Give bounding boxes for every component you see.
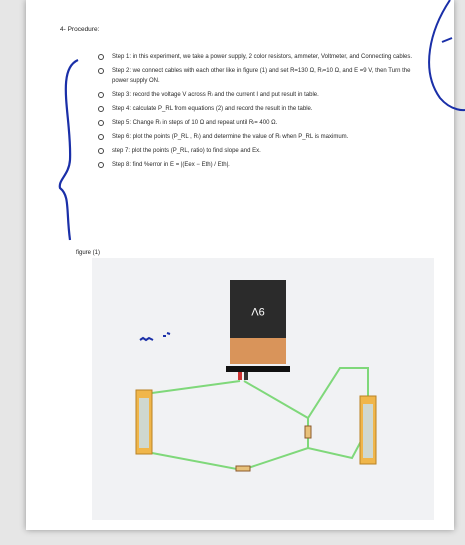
meter-display xyxy=(139,398,149,448)
figure-caption: figure (1) xyxy=(76,250,101,256)
step-text: Step 1: in this experiment, we take a po… xyxy=(112,54,413,60)
step-item: Step 1: in this experiment, we take a po… xyxy=(98,52,416,62)
step-item: Step 8: find %error in E = |(Eex − Eth) … xyxy=(98,160,416,170)
resistor xyxy=(235,465,251,472)
bullet-icon xyxy=(98,92,104,98)
wire xyxy=(151,427,369,472)
bullet-icon xyxy=(98,162,104,168)
battery-label: 9V xyxy=(251,305,265,317)
procedure-heading: 4- Procedure: xyxy=(60,26,100,33)
right-meter xyxy=(359,395,377,465)
step-text: step 7: plot the points (P_RL, ratio) to… xyxy=(112,148,261,154)
step-text: Step 6: plot the points (P_RL , Rₗ) and … xyxy=(112,134,349,140)
circuit-figure: 9V xyxy=(92,258,434,520)
step-item: Step 6: plot the points (P_RL , Rₗ) and … xyxy=(98,132,416,142)
step-item: Step 5: Change Rₗ in steps of 10 Ω and r… xyxy=(98,118,416,128)
resistor-body xyxy=(235,465,251,472)
battery-terminal xyxy=(238,372,242,380)
step-text: Step 3: record the voltage V across Rₗ a… xyxy=(112,92,319,98)
wire xyxy=(243,367,369,420)
document-page: 4- Procedure: Step 1: in this experiment… xyxy=(26,0,454,530)
resistor-body xyxy=(304,425,312,439)
wire xyxy=(151,380,241,394)
step-item: Step 3: record the voltage V across Rₗ a… xyxy=(98,90,416,100)
bullet-icon xyxy=(98,54,104,60)
battery-bottom xyxy=(230,338,286,364)
battery: 9V xyxy=(226,280,290,380)
battery-terminal xyxy=(244,372,248,380)
procedure-steps-list: Step 1: in this experiment, we take a po… xyxy=(98,52,416,174)
bullet-icon xyxy=(98,134,104,140)
step-text: Step 2: we connect cables with each othe… xyxy=(112,68,411,84)
resistor xyxy=(304,425,312,439)
step-item: Step 4: calculate P_RL from equations (2… xyxy=(98,104,416,114)
meter-display xyxy=(363,404,373,458)
step-text: Step 8: find %error in E = |(Eex − Eth) … xyxy=(112,162,230,168)
step-text: Step 5: Change Rₗ in steps of 10 Ω and r… xyxy=(112,120,278,126)
step-item: Step 2: we connect cables with each othe… xyxy=(98,66,416,86)
step-text: Step 4: calculate P_RL from equations (2… xyxy=(112,106,313,112)
bullet-icon xyxy=(98,68,104,74)
left-meter xyxy=(135,389,153,455)
bullet-icon xyxy=(98,148,104,154)
step-item: step 7: plot the points (P_RL, ratio) to… xyxy=(98,146,416,156)
battery-terminal-bar xyxy=(226,366,290,372)
circuit-diagram: 9V xyxy=(135,280,377,472)
bullet-icon xyxy=(98,120,104,126)
bullet-icon xyxy=(98,106,104,112)
wires xyxy=(151,367,369,472)
